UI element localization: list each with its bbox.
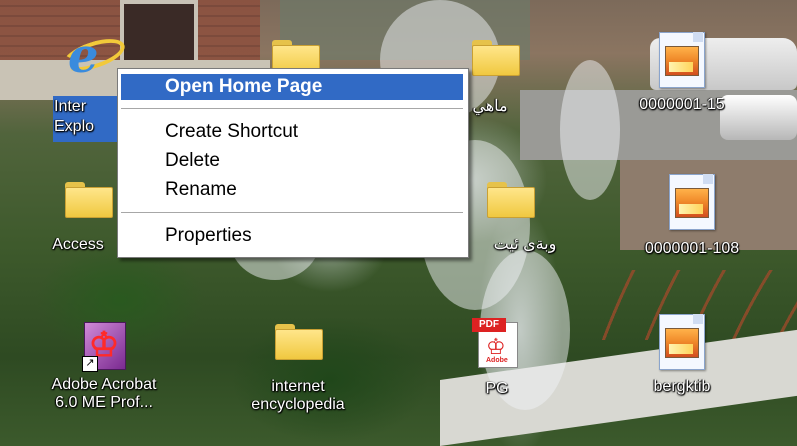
icon-label: bergktib [653,378,711,395]
icon-label-line2: encyclopedia [251,396,345,413]
image-file-icon [657,314,707,370]
desktop-icon-image-file[interactable]: 0000001-108 [612,174,772,258]
folder-icon [65,182,113,218]
desktop-icon-image-file[interactable]: 0000001-15 [612,32,752,114]
context-menu: Open Home Page Create Shortcut Delete Re… [117,68,469,258]
desktop-icon-adobe-acrobat[interactable]: ♔ ↗ Adobe Acrobat 6.0 ME Prof... [14,322,194,412]
icon-label: ماهي [472,98,508,115]
icon-label-line1: Inter [54,98,87,115]
desktop-icon-folder[interactable]: internet encyclopedia [218,324,378,414]
icon-label: 0000001-108 [644,240,740,257]
icon-label: PG [485,380,509,397]
icon-label: 0000001-15 [639,96,725,113]
ie-e-glyph: e [68,28,99,84]
icon-label-line1: Adobe Acrobat [51,376,157,393]
menu-item-open-home-page[interactable]: Open Home Page [121,74,463,100]
menu-item-delete[interactable]: Delete [121,148,463,174]
pdf-brand: Adobe [486,357,508,364]
shortcut-arrow-icon: ↗ [82,356,98,372]
pdf-tag: PDF [472,318,506,332]
wallpaper-water-splash [560,60,620,200]
pdf-file-icon: PDF ♔ Adobe [472,318,522,368]
acrobat-symbol-glyph: ♔ [486,334,506,359]
image-file-icon [657,32,707,88]
folder-icon [472,40,520,76]
desktop-icon-pdf-file[interactable]: PDF ♔ Adobe PG [452,318,542,398]
icon-label-line2: 6.0 ME Prof... [55,394,153,411]
internet-explorer-icon: e [59,28,129,84]
desktop-icon-image-file[interactable]: bergktib [612,314,752,396]
folder-icon [487,182,535,218]
icon-label-line2: Explo [54,118,95,135]
image-file-icon [667,174,717,230]
folder-icon [275,324,323,360]
menu-item-create-shortcut[interactable]: Create Shortcut [121,119,463,145]
menu-separator [121,212,463,213]
icon-label: وبةى ئيت [493,236,557,253]
menu-item-properties[interactable]: Properties [121,223,463,249]
menu-item-rename[interactable]: Rename [121,177,463,203]
icon-label-line1: internet [271,378,325,395]
menu-separator [121,108,463,109]
icon-label: Access [52,236,104,253]
adobe-acrobat-icon: ♔ ↗ [82,322,126,372]
